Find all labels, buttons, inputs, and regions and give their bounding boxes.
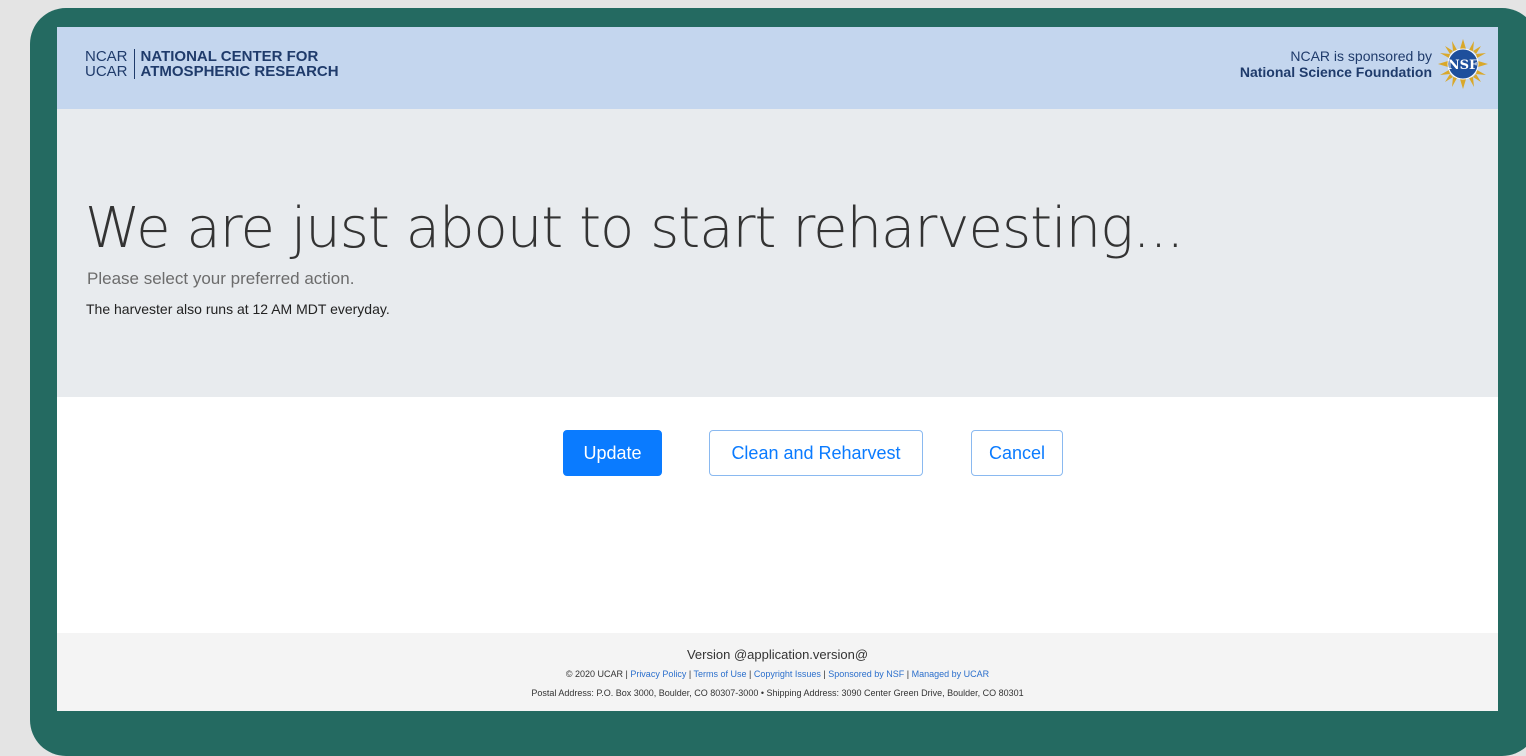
jumbotron: We are just about to start reharvesting.… — [57, 109, 1498, 397]
terms-of-use-link[interactable]: Terms of Use — [694, 669, 747, 679]
nsf-logo-icon: NSF — [1438, 39, 1488, 89]
logo-abbr-ucar: UCAR — [85, 63, 128, 80]
logo-name-line2: ATMOSPHERIC RESEARCH — [140, 63, 339, 80]
schedule-note: The harvester also runs at 12 AM MDT eve… — [86, 301, 390, 317]
copyright-issues-link[interactable]: Copyright Issues — [754, 669, 821, 679]
sponsor-line2: National Science Foundation — [1239, 64, 1432, 80]
cancel-button[interactable]: Cancel — [971, 430, 1063, 476]
address-text: Postal Address: P.O. Box 3000, Boulder, … — [531, 688, 1024, 698]
page-title: We are just about to start reharvesting.… — [85, 196, 1184, 261]
site-header: NCAR UCAR NATIONAL CENTER FOR ATMOSPHERI… — [57, 27, 1498, 109]
nsf-sponsor[interactable]: NCAR is sponsored by National Science Fo… — [1240, 39, 1488, 89]
footer-links: © 2020 UCAR | Privacy Policy | Terms of … — [565, 669, 990, 679]
sponsored-by-nsf-link[interactable]: Sponsored by NSF — [828, 669, 904, 679]
copyright-text: © 2020 UCAR — [565, 669, 623, 679]
ncar-ucar-logo[interactable]: NCAR UCAR NATIONAL CENTER FOR ATMOSPHERI… — [85, 49, 339, 79]
nsf-logo-text: NSF — [1448, 58, 1479, 73]
sponsor-text: NCAR is sponsored by National Science Fo… — [1240, 48, 1432, 80]
browser-page: NCAR UCAR NATIONAL CENTER FOR ATMOSPHERI… — [57, 27, 1498, 711]
logo-name-line1: NATIONAL CENTER FOR — [140, 48, 319, 65]
update-button[interactable]: Update — [563, 430, 662, 476]
version-text: Version @application.version@ — [686, 647, 869, 662]
clean-and-reharvest-button[interactable]: Clean and Reharvest — [709, 430, 923, 476]
action-buttons: Update Clean and Reharvest Cancel — [57, 430, 1498, 478]
lead-text: Please select your preferred action. — [87, 269, 355, 288]
privacy-policy-link[interactable]: Privacy Policy — [630, 669, 686, 679]
sponsor-line1: NCAR is sponsored by — [1290, 48, 1432, 64]
logo-abbr-ncar: NCAR — [85, 48, 128, 65]
logo-abbreviations: NCAR UCAR — [85, 49, 135, 79]
logo-full-name: NATIONAL CENTER FOR ATMOSPHERIC RESEARCH — [135, 49, 339, 79]
managed-by-ucar-link[interactable]: Managed by UCAR — [912, 669, 990, 679]
site-footer: Version @application.version@ © 2020 UCA… — [57, 633, 1498, 711]
